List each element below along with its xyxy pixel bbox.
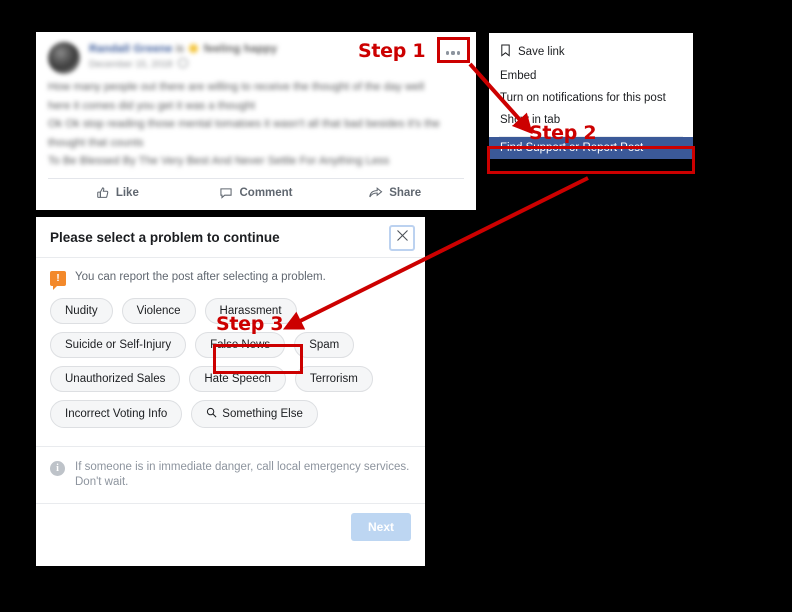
chip-label: False News (210, 339, 271, 351)
close-x-icon (396, 229, 409, 247)
avatar (48, 42, 80, 74)
chip-terrorism[interactable]: Terrorism (294, 366, 373, 392)
comment-label: Comment (239, 186, 293, 199)
chip-label: Unauthorized Sales (65, 373, 166, 385)
post-body-line: How many people out there are willing to… (48, 81, 425, 93)
chip-nudity[interactable]: Nudity (50, 298, 113, 324)
dialog-header: Please select a problem to continue (36, 217, 425, 258)
post-author-line: Randall Greene is feeling happy (89, 43, 277, 55)
step1-label: Step 1 (358, 40, 426, 62)
share-arrow-icon (368, 186, 383, 200)
safety-note-text: If someone is in immediate danger, call … (75, 461, 410, 488)
globe-icon (178, 58, 189, 68)
menu-item-embed[interactable]: Embed (489, 65, 693, 87)
post-more-button[interactable] (438, 42, 468, 64)
post-body-line: Ok Ok stop reading those mental tomatoes… (48, 118, 440, 130)
comment-button[interactable]: Comment (187, 186, 326, 200)
chip-label: Nudity (65, 305, 98, 317)
post-body-line: here it comes did you get it was a thoug… (48, 99, 256, 112)
chip-label: Suicide or Self-Injury (65, 339, 172, 351)
notice-text: You can report the post after selecting … (75, 271, 326, 283)
share-label: Share (389, 186, 422, 199)
post-action-bar: Like Comment Share (36, 179, 476, 200)
share-button[interactable]: Share (325, 186, 464, 200)
ellipsis-icon (445, 51, 449, 55)
chip-something-else[interactable]: Something Else (191, 400, 318, 428)
post-body-line: thought that counts (48, 136, 144, 149)
chip-label: Hate Speech (204, 373, 271, 385)
chip-spam[interactable]: Spam (294, 332, 355, 358)
chip-incorrect-voting-info[interactable]: Incorrect Voting Info (50, 400, 183, 428)
report-dialog: Please select a problem to continue ! Yo… (36, 217, 425, 566)
chip-suicide-or-self-injury[interactable]: Suicide or Self-Injury (50, 332, 187, 358)
dialog-body: ! You can report the post after selectin… (36, 258, 425, 434)
step2-label: Step 2 (529, 122, 597, 144)
post-timestamp: December 15, 2018 (89, 59, 173, 70)
menu-item-label: Turn on notifications for this post (500, 92, 666, 104)
info-circle-icon: i (50, 461, 65, 476)
chip-hate-speech[interactable]: Hate Speech (189, 366, 286, 392)
post-author-connector: is (175, 43, 185, 55)
dialog-footer: Next (36, 503, 425, 550)
chip-violence[interactable]: Violence (121, 298, 196, 324)
comment-bubble-icon (219, 186, 233, 200)
feeling-emoji-icon (189, 44, 199, 53)
bookmark-icon (500, 44, 511, 60)
thumbs-up-icon (96, 186, 110, 200)
next-button[interactable]: Next (350, 513, 411, 541)
chip-label: Something Else (222, 408, 303, 420)
menu-item-save-link[interactable]: Save link (489, 39, 693, 65)
chip-label: Terrorism (309, 373, 358, 385)
menu-item-label: Embed (500, 70, 537, 82)
post-author-block: Randall Greene is feeling happy December… (89, 42, 277, 70)
chip-unauthorized-sales[interactable]: Unauthorized Sales (50, 366, 181, 392)
menu-item-label: Save link (518, 46, 565, 58)
menu-item-turn-on-notifications[interactable]: Turn on notifications for this post (489, 87, 693, 109)
post-body-line: To Be Blessed By The Very Best And Never… (48, 155, 390, 167)
step3-label: Step 3 (216, 313, 284, 335)
post-author-name: Randall Greene (89, 43, 173, 55)
ellipsis-icon (457, 51, 461, 55)
chip-label: Violence (136, 305, 181, 317)
like-label: Like (115, 186, 139, 199)
chip-false-news[interactable]: False News (195, 332, 286, 358)
like-button[interactable]: Like (48, 186, 187, 200)
screenshot-root: Randall Greene is feeling happy December… (0, 0, 792, 612)
chip-label: Incorrect Voting Info (65, 408, 168, 420)
notice-banner: ! You can report the post after selectin… (50, 270, 411, 290)
post-timestamp-line: December 15, 2018 (89, 58, 277, 70)
ellipsis-icon (451, 51, 455, 55)
close-button[interactable] (389, 225, 415, 251)
post-body: How many people out there are willing to… (36, 74, 476, 170)
dialog-title: Please select a problem to continue (50, 229, 280, 245)
post-author-feeling: feeling happy (203, 43, 278, 55)
dialog-safety-note: i If someone is in immediate danger, cal… (36, 446, 425, 503)
search-icon (206, 407, 217, 421)
warning-exclamation-icon: ! (50, 271, 66, 290)
chip-label: Spam (309, 339, 340, 351)
